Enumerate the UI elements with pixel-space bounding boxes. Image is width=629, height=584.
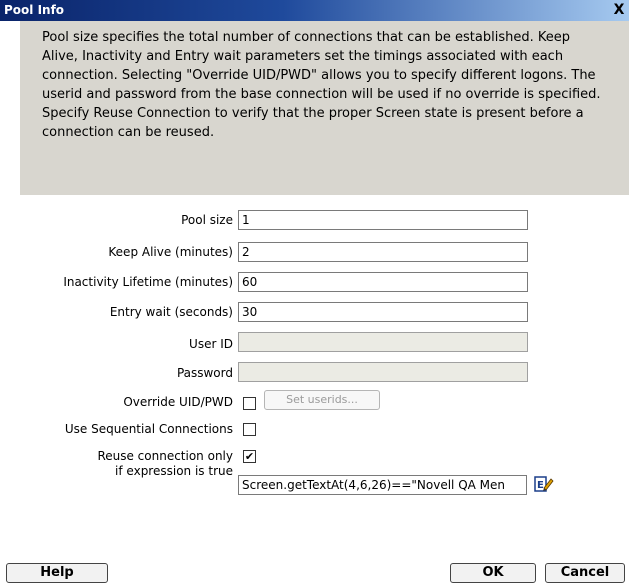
close-icon[interactable]: X (611, 2, 627, 18)
override-checkbox[interactable] (243, 397, 256, 410)
help-button[interactable]: Help (6, 563, 108, 583)
title-bar: Pool Info X (0, 0, 629, 21)
password-input[interactable] (238, 362, 528, 382)
svg-text:E: E (537, 480, 544, 491)
sequential-checkbox[interactable] (243, 423, 256, 436)
ok-button[interactable]: OK (450, 563, 536, 583)
info-panel: Pool size specifies the total number of … (20, 21, 629, 195)
pool-size-input[interactable]: 1 (238, 210, 528, 230)
inactivity-input[interactable]: 60 (238, 272, 528, 292)
entry-wait-input[interactable]: 30 (238, 302, 528, 322)
user-id-input[interactable] (238, 332, 528, 352)
entry-wait-label: Entry wait (seconds) (109, 305, 233, 319)
sequential-label: Use Sequential Connections (64, 422, 233, 436)
window-title: Pool Info (4, 3, 65, 17)
inactivity-label: Inactivity Lifetime (minutes) (63, 275, 233, 289)
keep-alive-input[interactable]: 2 (238, 242, 528, 262)
cancel-button[interactable]: Cancel (545, 563, 625, 583)
keep-alive-label: Keep Alive (minutes) (108, 245, 233, 259)
reuse-checkbox[interactable]: ✔ (243, 450, 256, 463)
info-text: Pool size specifies the total number of … (42, 30, 601, 140)
reuse-label-line2: if expression is true (115, 464, 233, 478)
override-label: Override UID/PWD (123, 395, 233, 409)
reuse-label-line1: Reuse connection only (97, 449, 233, 463)
edit-expression-icon[interactable]: E (534, 475, 554, 493)
user-id-label: User ID (189, 337, 233, 351)
expression-input[interactable]: Screen.getTextAt(4,6,26)=="Novell QA Men (238, 475, 527, 495)
set-userids-button[interactable]: Set userids... (264, 390, 380, 410)
password-label: Password (176, 366, 233, 380)
pool-size-label: Pool size (181, 213, 233, 227)
